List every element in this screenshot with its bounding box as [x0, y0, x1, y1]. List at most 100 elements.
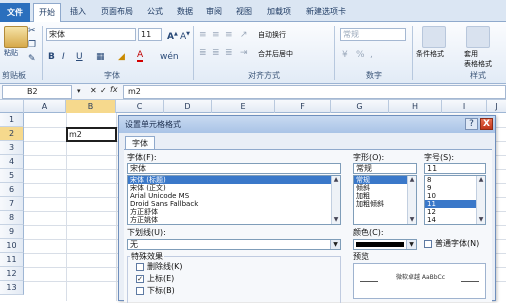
column-header[interactable]: E: [212, 100, 275, 113]
list-item[interactable]: 方正舒体: [128, 208, 340, 216]
scroll-up-icon[interactable]: ▲: [477, 176, 485, 184]
align-top-icon[interactable]: ≡: [199, 30, 207, 40]
row-header[interactable]: 13: [0, 281, 24, 295]
shrink-font-icon[interactable]: A▼: [180, 29, 190, 42]
scrollbar[interactable]: ▲ ▼: [407, 176, 416, 224]
scrollbar[interactable]: ▲ ▼: [331, 176, 340, 224]
paste-button[interactable]: 粘贴: [4, 48, 18, 58]
tab-data[interactable]: 数据: [177, 4, 193, 22]
cell-b2[interactable]: m2: [66, 127, 117, 142]
list-item[interactable]: 方正姚体: [128, 216, 340, 224]
align-right-icon[interactable]: ≣: [225, 48, 233, 58]
conditional-format-icon[interactable]: [422, 26, 446, 48]
size-list[interactable]: 8 9 10 11 12 14 ▲ ▼: [424, 175, 486, 225]
column-header[interactable]: B: [66, 100, 116, 113]
strikethrough-checkbox[interactable]: [136, 263, 144, 271]
border-icon[interactable]: ▦: [96, 52, 105, 62]
size-input[interactable]: 11: [424, 163, 486, 174]
tab-new[interactable]: 新建选项卡: [306, 4, 346, 22]
percent-icon[interactable]: %: [356, 50, 365, 60]
list-item[interactable]: 宋体 (正文): [128, 184, 340, 192]
tab-view[interactable]: 视图: [236, 4, 252, 22]
normal-font-checkbox[interactable]: [424, 240, 432, 248]
column-header[interactable]: C: [116, 100, 164, 113]
scroll-down-icon[interactable]: ▼: [477, 216, 485, 224]
font-color-icon[interactable]: A: [137, 50, 144, 62]
color-picker[interactable]: ▼: [353, 239, 417, 250]
indent-icon[interactable]: ⇥: [240, 48, 248, 58]
table-format-button[interactable]: 套用 表格格式: [464, 49, 492, 69]
row-header[interactable]: 4: [0, 155, 24, 169]
enter-icon[interactable]: ✓: [100, 86, 107, 95]
scroll-up-icon[interactable]: ▲: [408, 176, 416, 184]
row-header[interactable]: 11: [0, 253, 24, 267]
scroll-down-icon[interactable]: ▼: [332, 216, 340, 224]
row-header[interactable]: 2: [0, 127, 24, 141]
merge-center-button[interactable]: 合并后居中: [258, 49, 293, 59]
font-list[interactable]: 宋体 (标题) 宋体 (正文) Arial Unicode MS Droid S…: [127, 175, 341, 225]
row-header[interactable]: 1: [0, 113, 24, 127]
column-header[interactable]: J: [487, 100, 506, 113]
tab-file[interactable]: 文件: [0, 3, 30, 22]
table-format-icon[interactable]: [466, 26, 490, 48]
row-header[interactable]: 12: [0, 267, 24, 281]
subscript-checkbox[interactable]: [136, 287, 144, 295]
comma-icon[interactable]: ,: [370, 50, 373, 60]
column-header[interactable]: D: [164, 100, 212, 113]
font-name-combo[interactable]: 宋体: [46, 28, 136, 41]
tab-addins[interactable]: 加载项: [267, 4, 291, 22]
italic-icon[interactable]: I: [62, 52, 65, 62]
align-center-icon[interactable]: ≣: [212, 48, 220, 58]
currency-icon[interactable]: ¥: [342, 50, 348, 60]
tab-home[interactable]: 开始: [33, 3, 61, 23]
number-format-combo[interactable]: 常规: [340, 28, 406, 41]
tab-font[interactable]: 字体: [125, 136, 155, 150]
chevron-down-icon[interactable]: ▾: [77, 87, 81, 95]
align-middle-icon[interactable]: ≡: [212, 30, 220, 40]
cancel-icon[interactable]: ✕: [90, 86, 97, 95]
formula-input[interactable]: m2: [123, 85, 506, 99]
align-left-icon[interactable]: ≣: [199, 48, 207, 58]
underline-select[interactable]: 无 ▼: [127, 239, 341, 250]
list-item[interactable]: Arial Unicode MS: [128, 192, 340, 200]
list-item[interactable]: Droid Sans Fallback: [128, 200, 340, 208]
column-header[interactable]: I: [442, 100, 487, 113]
wrap-text-button[interactable]: 自动换行: [258, 30, 286, 40]
align-bottom-icon[interactable]: ≡: [225, 30, 233, 40]
style-input[interactable]: 常规: [353, 163, 417, 174]
style-list[interactable]: 常规 倾斜 加粗 加粗倾斜 ▲ ▼: [353, 175, 417, 225]
column-header[interactable]: H: [389, 100, 442, 113]
column-header[interactable]: A: [24, 100, 66, 113]
column-header[interactable]: F: [275, 100, 331, 113]
copy-icon[interactable]: ❐: [28, 40, 36, 50]
scroll-down-icon[interactable]: ▼: [408, 216, 416, 224]
font-name-input[interactable]: 宋体: [127, 163, 341, 174]
row-header[interactable]: 5: [0, 169, 24, 183]
scroll-up-icon[interactable]: ▲: [332, 176, 340, 184]
row-header[interactable]: 7: [0, 197, 24, 211]
tab-formulas[interactable]: 公式: [147, 4, 163, 22]
row-header[interactable]: 6: [0, 183, 24, 197]
chevron-down-icon[interactable]: ▼: [330, 240, 340, 249]
help-button[interactable]: ?: [465, 118, 478, 130]
font-size-combo[interactable]: 11: [138, 28, 162, 41]
fx-icon[interactable]: fx: [110, 85, 118, 94]
cut-icon[interactable]: ✂: [28, 26, 36, 36]
list-item[interactable]: 宋体 (标题): [128, 176, 340, 184]
phonetic-icon[interactable]: wén: [160, 52, 179, 62]
row-header[interactable]: 10: [0, 239, 24, 253]
tab-review[interactable]: 审阅: [206, 4, 222, 22]
name-box[interactable]: B2: [2, 85, 72, 99]
grow-font-icon[interactable]: A▲: [167, 29, 178, 42]
underline-icon[interactable]: U: [76, 52, 83, 62]
column-header[interactable]: G: [331, 100, 389, 113]
orientation-icon[interactable]: ↗: [240, 30, 248, 40]
paste-icon[interactable]: [4, 26, 28, 48]
chevron-down-icon[interactable]: ▼: [406, 240, 416, 249]
row-header[interactable]: 9: [0, 225, 24, 239]
bold-icon[interactable]: B: [48, 52, 55, 62]
row-header[interactable]: 8: [0, 211, 24, 225]
row-header[interactable]: 3: [0, 141, 24, 155]
superscript-checkbox[interactable]: ✓: [136, 275, 144, 283]
scrollbar[interactable]: ▲ ▼: [476, 176, 485, 224]
